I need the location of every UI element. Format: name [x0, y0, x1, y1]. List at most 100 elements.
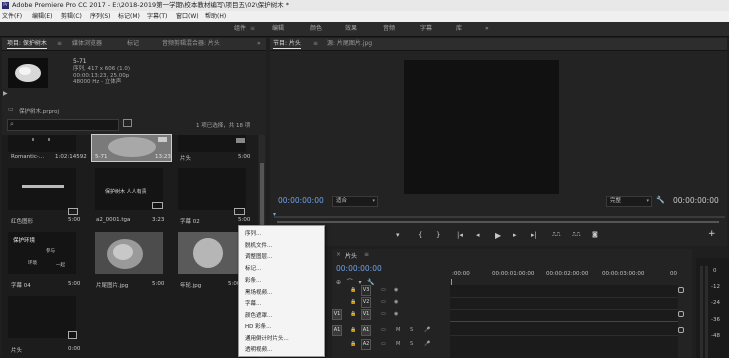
item-name[interactable]: 红色图形 — [11, 217, 33, 225]
tab-project[interactable]: 项目: 保护树木 — [7, 38, 47, 50]
track-name-a2[interactable]: A2 — [361, 339, 371, 350]
panel-more-icon[interactable]: » — [257, 38, 261, 50]
workspace-effects[interactable]: 效果 — [345, 22, 357, 36]
track-name-a1[interactable]: A1 — [361, 325, 371, 336]
go-to-in-button[interactable]: |◂ — [457, 231, 463, 239]
scroll-handle[interactable] — [678, 287, 684, 293]
menu-item-marker[interactable]: 标记... — [245, 264, 261, 272]
microphone-icon[interactable]: 🎤 — [424, 341, 430, 347]
tab-program[interactable]: 节目: 片头 — [273, 38, 301, 50]
eye-icon[interactable]: ◉ — [394, 287, 398, 293]
workspace-libraries[interactable]: 库 — [456, 22, 462, 36]
workspace-more-icon[interactable]: » — [485, 22, 489, 36]
thumb-ending-image[interactable] — [95, 232, 163, 274]
search-box[interactable]: ⌕ — [7, 119, 119, 131]
track-output-icon[interactable]: ▭ — [381, 341, 386, 347]
tab-markers[interactable]: 标记 — [127, 38, 139, 50]
source-patch-v1[interactable]: V1 — [332, 309, 342, 320]
item-name[interactable]: a2_0001.tga — [96, 217, 130, 223]
menu-item-title[interactable]: 字幕... — [245, 299, 261, 307]
item-name[interactable]: 年轮.jpg — [180, 281, 201, 289]
add-button-icon[interactable]: + — [708, 229, 716, 239]
mute-button[interactable]: M — [396, 327, 400, 333]
item-name[interactable]: 片尾图片.jpg — [96, 281, 128, 289]
timeline-track-area[interactable] — [450, 285, 678, 358]
menu-item-hd-bars[interactable]: HD 彩条... — [245, 322, 271, 330]
snap-icon[interactable]: ⊕ — [336, 279, 341, 286]
extract-icon[interactable]: ⎍⎍ — [572, 231, 580, 239]
track-output-icon[interactable]: ▭ — [381, 299, 386, 305]
panel-menu-icon[interactable]: ≡ — [57, 38, 62, 50]
lock-icon[interactable]: 🔒 — [350, 311, 356, 317]
timeline-timecode[interactable]: 00:00:00:00 — [336, 264, 382, 273]
program-timecode-current[interactable]: 00:00:00:00 — [278, 196, 324, 205]
thumb-tree-rings[interactable] — [178, 232, 238, 274]
menu-sequence[interactable]: 序列(S) — [90, 11, 111, 22]
timeline-vertical-scroll[interactable] — [678, 285, 684, 355]
lock-icon[interactable]: 🔒 — [350, 327, 356, 333]
track-name-v3[interactable]: V3 — [361, 285, 371, 296]
menu-help[interactable]: 帮助(H) — [205, 11, 226, 22]
track-output-icon[interactable]: ▭ — [381, 327, 386, 333]
thumb-red-shape[interactable] — [8, 168, 76, 210]
eye-icon[interactable]: ◉ — [394, 311, 398, 317]
program-menu-icon[interactable]: ≡ — [313, 38, 318, 50]
add-marker-button[interactable]: ▾ — [396, 231, 400, 239]
thumb-title-04[interactable]: 保护环境 参与 环境 一起 — [8, 232, 76, 274]
mark-out-button[interactable]: } — [436, 231, 440, 239]
timeline-menu-icon[interactable]: ≡ — [364, 251, 369, 258]
lock-icon[interactable]: 🔒 — [350, 299, 356, 305]
source-patch-a1[interactable]: A1 — [332, 325, 342, 336]
lock-icon[interactable]: 🔒 — [350, 341, 356, 347]
menu-file[interactable]: 文件(F) — [2, 11, 22, 22]
item-name[interactable]: 片头 — [180, 154, 191, 162]
menu-item-bars-tone[interactable]: 彩条... — [245, 276, 261, 284]
menu-window[interactable]: 窗口(W) — [176, 11, 199, 22]
track-output-icon[interactable]: ▭ — [381, 287, 386, 293]
thumb-title-02[interactable] — [178, 168, 246, 210]
item-name[interactable]: 5-71 — [95, 154, 107, 160]
linked-selection-icon[interactable]: ⌒ — [347, 279, 353, 286]
menu-marker[interactable]: 标记(M) — [118, 11, 140, 22]
workspace-color[interactable]: 颜色 — [310, 22, 322, 36]
scroll-handle[interactable] — [678, 327, 684, 333]
menu-item-color-matte[interactable]: 颜色遮罩... — [245, 311, 272, 319]
tab-media-browser[interactable]: 媒体浏览器 — [72, 38, 102, 50]
fit-dropdown[interactable]: 适合 ▾ — [332, 196, 378, 207]
menu-item-transparent-video[interactable]: 透明视频... — [245, 345, 272, 353]
mark-in-button[interactable]: { — [418, 231, 422, 239]
new-bin-from-search-icon[interactable] — [123, 119, 132, 127]
preview-play-icon[interactable]: ▶ — [3, 90, 8, 97]
track-name-v1[interactable]: V1 — [361, 309, 371, 320]
timeline-tab[interactable]: 片头 — [345, 251, 357, 260]
program-scrub-bar[interactable] — [274, 216, 725, 218]
menu-item-countdown[interactable]: 通用倒计时片头... — [245, 334, 289, 342]
wrench-icon[interactable]: 🔧 — [656, 196, 665, 204]
thumb-romantic[interactable] — [8, 135, 76, 152]
solo-button[interactable]: S — [410, 327, 413, 333]
scrollbar-thumb[interactable] — [260, 163, 264, 233]
item-name[interactable]: 字幕 04 — [11, 281, 31, 289]
quality-dropdown[interactable]: 完整 ▾ — [606, 196, 652, 207]
menu-item-offline-file[interactable]: 脱机文件... — [245, 241, 272, 249]
scroll-handle[interactable] — [678, 311, 684, 317]
item-name[interactable]: 字幕 02 — [180, 217, 200, 225]
thumb-ending[interactable] — [8, 296, 76, 338]
menu-edit[interactable]: 编辑(E) — [32, 11, 52, 22]
search-input[interactable] — [18, 120, 113, 129]
track-output-icon[interactable]: ▭ — [381, 311, 386, 317]
tab-source[interactable]: 源: 片尾图片.jpg — [327, 38, 372, 50]
eye-icon[interactable]: ◉ — [394, 299, 398, 305]
workspace-assembly[interactable]: 组件 — [234, 22, 246, 36]
tab-audio-clip-mixer[interactable]: 音频剪辑混合器: 片头 — [162, 38, 220, 50]
step-back-button[interactable]: ◂ — [476, 231, 480, 239]
microphone-icon[interactable]: 🎤 — [424, 327, 430, 333]
go-to-out-button[interactable]: ▸| — [531, 231, 537, 239]
play-button[interactable]: ▶ — [495, 231, 501, 240]
lock-icon[interactable]: 🔒 — [350, 287, 356, 293]
menu-item-adjustment-layer[interactable]: 调整图层... — [245, 252, 272, 260]
close-icon[interactable]: × — [336, 251, 341, 258]
mute-button[interactable]: M — [396, 341, 400, 347]
menu-item-sequence[interactable]: 序列... — [245, 229, 261, 237]
track-name-v2[interactable]: V2 — [361, 297, 371, 308]
